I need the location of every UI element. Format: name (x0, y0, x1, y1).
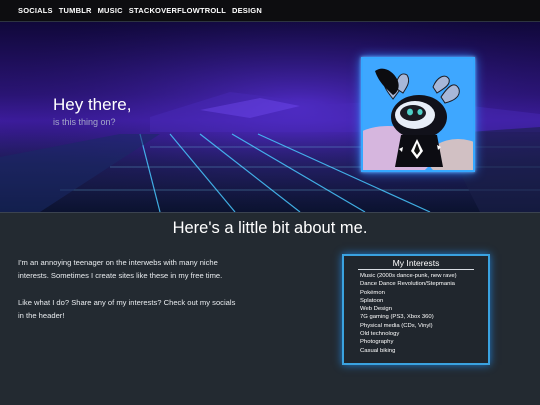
nav-design-link[interactable]: DESIGN (232, 6, 262, 15)
interests-list: Music (2000s dance-punk, new rave) Dance… (344, 272, 488, 355)
hero-subtitle: is this thing on? (53, 117, 116, 127)
about-paragraph-2: Like what I do? Share any of my interest… (18, 297, 236, 320)
nav-music-link[interactable]: MUSIC (98, 6, 123, 15)
avatar (361, 57, 475, 172)
list-item: Music (2000s dance-punk, new rave) (360, 273, 457, 279)
list-item: Casual biking (360, 347, 396, 354)
nav-tumblr-link[interactable]: TUMBLR (59, 6, 92, 15)
interests-title: My Interests (358, 258, 474, 270)
nav-socials-link[interactable]: SOCIALS (18, 6, 53, 15)
hero-title: Hey there, (53, 95, 132, 114)
about-paragraph-1: I'm an annoying teenager on the interweb… (18, 258, 223, 281)
top-nav: SOCIALS TUMBLR MUSIC STACKOVERFLOWTROLL … (0, 0, 540, 22)
character-avatar-image (363, 59, 473, 170)
list-item: Splatoon (360, 297, 384, 304)
about-heading: Here's a little bit about me. (172, 219, 368, 237)
interests-panel: My Interests Music (2000s dance-punk, ne… (342, 254, 490, 365)
list-item: Web Design (360, 306, 392, 313)
list-item: Pokémon (360, 289, 385, 296)
about-text: I'm an annoying teenager on the interweb… (18, 256, 238, 335)
list-item: Physical media (CDs, Vinyl) (360, 322, 433, 329)
list-item: Photography (360, 339, 394, 346)
list-item: 7G gaming (PS3, Xbox 360) (360, 314, 434, 321)
list-item: Old technology (360, 331, 400, 338)
list-item: Dance Dance Revolution/Stepmania (360, 281, 455, 288)
hero-banner: Hey there, is this thing on? (0, 22, 540, 213)
nav-stackoverflowtroll-link[interactable]: STACKOVERFLOWTROLL (129, 6, 226, 15)
